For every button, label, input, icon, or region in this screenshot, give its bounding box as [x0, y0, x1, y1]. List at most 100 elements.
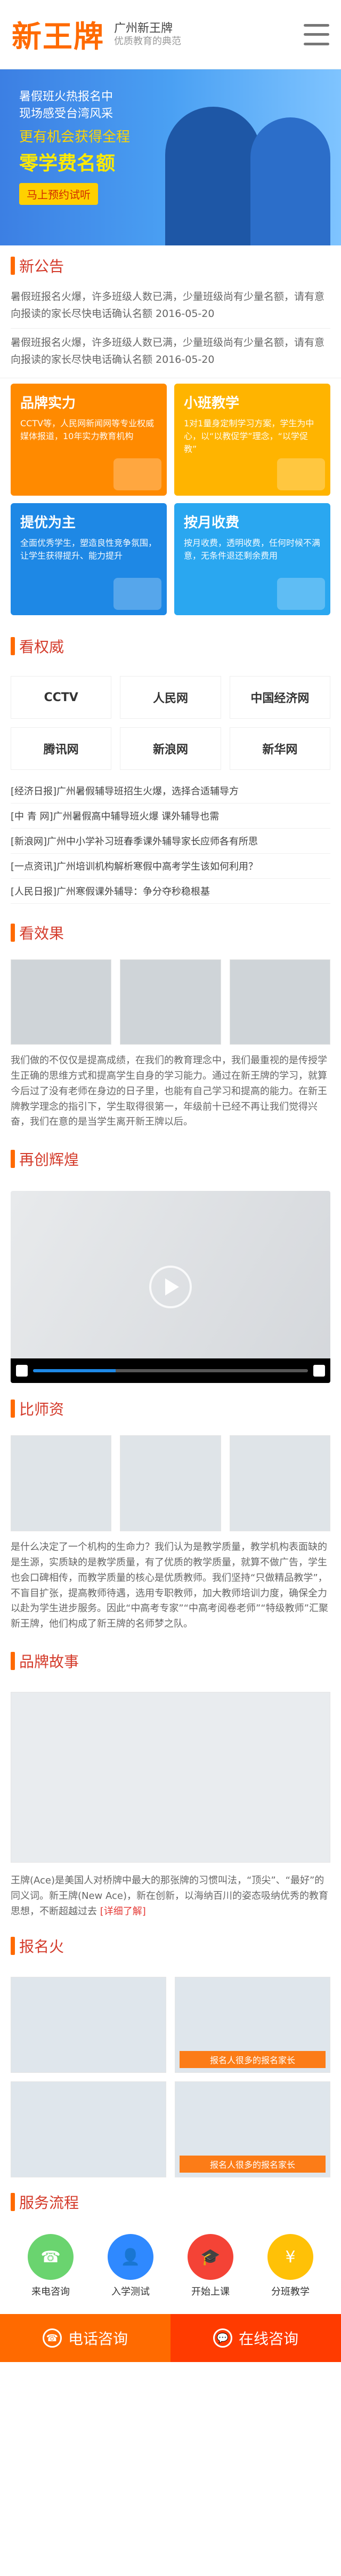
process-title: 服务流程: [11, 2191, 330, 2213]
enroll-photo: 报名人很多的报名家长: [175, 2081, 330, 2178]
banner-line2: 现场感受台湾风采: [19, 107, 113, 121]
teacher-photo: [120, 1435, 221, 1532]
phone-consult-button[interactable]: ☎ 电话咨询: [0, 2314, 170, 2363]
yuan-icon: ¥: [267, 2234, 313, 2280]
play-button[interactable]: [149, 1266, 192, 1309]
step-label: 开始上课: [191, 2286, 230, 2298]
effect-title: 看效果: [11, 922, 330, 943]
process-step: 🎓 开始上课: [188, 2234, 233, 2298]
read-more-link[interactable]: [详细了解]: [100, 1906, 146, 1917]
features-grid: 品牌实力 CCTV等，人民网新闻网等专业权威媒体报道，10年实力教育机构 小班教…: [0, 378, 341, 626]
feature-card[interactable]: 提优为主 全面优秀学生，塑造良性竞争氛围，让学生获得提升、能力提升: [11, 503, 167, 616]
teacher-photos: [0, 1435, 341, 1532]
logo-line1: 广州新王牌: [114, 21, 173, 35]
step-label: 分班教学: [271, 2286, 310, 2298]
authority-title: 看权威: [11, 635, 330, 657]
feature-desc: 1对1量身定制学习方案，学生为中心，以“以教促学”理念，“以学促教”: [184, 418, 314, 455]
phone-icon: ☎: [28, 2234, 74, 2280]
media-logos: CCTV 人民网 中国经济网 腾讯网 新浪网 新华网: [0, 673, 341, 775]
section-bar: [11, 924, 15, 942]
news-item[interactable]: [新浪网]广州中小学补习班春季课外辅导家长应师各有所思: [11, 829, 330, 854]
cctv-logo[interactable]: CCTV: [11, 676, 112, 719]
process-step: ☎ 来电咨询: [28, 2234, 74, 2298]
xinhua-logo[interactable]: 新华网: [229, 727, 330, 770]
banner-texts: 暑假班火热报名中 现场感受台湾风采 更有机会获得全程 零学费名额 马上预约试听: [19, 89, 168, 205]
feature-title: 小班教学: [184, 395, 240, 412]
story-text: 王牌(Ace)是美国人对桥牌中最大的那张牌的习惯叫法，“顶尖”、“最好”的同义词…: [11, 1874, 328, 1917]
trophy-icon: [113, 458, 161, 491]
news-list: [经济日报]广州暑假辅导班招生火爆，选择合适辅导方 [中 青 网]广州暑假高中辅…: [0, 775, 341, 912]
effect-section: 看效果: [0, 912, 341, 959]
feature-card[interactable]: 按月收费 按月收费，透明收费，任何时候不满意，无条件退还剩余费用: [174, 503, 330, 616]
student-photo: [11, 959, 112, 1045]
feature-desc: CCTV等，人民网新闻网等专业权威媒体报道，10年实力教育机构: [20, 418, 155, 442]
menu-button[interactable]: [304, 23, 329, 45]
story-section: 品牌故事: [0, 1641, 341, 1688]
banner-cta-button[interactable]: 马上预约试听: [19, 182, 98, 205]
section-bar: [11, 2193, 15, 2212]
logo: 新王牌: [12, 20, 104, 54]
chat-icon: 💬: [213, 2328, 232, 2348]
economy-logo[interactable]: 中国经济网: [229, 676, 330, 719]
money-icon: [277, 578, 325, 610]
photo-caption: 报名人很多的报名家长: [180, 2156, 326, 2173]
notice-item[interactable]: 暑假班报名火爆，许多班级人数已满，少量班级尚有少量名额，请有意向报读的家长尽快电…: [11, 329, 330, 374]
sina-logo[interactable]: 新浪网: [120, 727, 221, 770]
enroll-photo: [11, 2081, 166, 2178]
news-item[interactable]: [经济日报]广州暑假辅导班招生火爆，选择合适辅导方: [11, 778, 330, 804]
student-photo: [120, 959, 221, 1045]
video-title: 再创辉煌: [11, 1148, 330, 1170]
video-progress-fill: [33, 1369, 116, 1373]
teacher-photo: [11, 1435, 112, 1532]
effect-photos: [0, 959, 341, 1045]
feature-card[interactable]: 小班教学 1对1量身定制学习方案，学生为中心，以“以教促学”理念，“以学促教”: [174, 384, 330, 496]
people-logo[interactable]: 人民网: [120, 676, 221, 719]
classroom-icon: [277, 458, 325, 491]
teacher-photo: [229, 1435, 330, 1532]
story-title: 品牌故事: [11, 1650, 330, 1672]
news-item[interactable]: [人民日报]广州寒假课外辅导：争分夺秒稳根基: [11, 879, 330, 904]
logo-line2: 优质教育的典范: [114, 35, 181, 47]
logo-subtitle: 广州新王牌 优质教育的典范: [114, 22, 181, 47]
section-bar: [11, 637, 15, 656]
person-icon: 👤: [108, 2234, 153, 2280]
play-icon[interactable]: [16, 1365, 28, 1377]
process-steps: ☎ 来电咨询 👤 入学测试 🎓 开始上课 ¥ 分班教学: [0, 2229, 341, 2298]
step-label: 入学测试: [111, 2286, 150, 2298]
process-step: ¥ 分班教学: [267, 2234, 313, 2298]
hero-banner: 暑假班火热报名中 现场感受台湾风采 更有机会获得全程 零学费名额 马上预约试听: [0, 69, 341, 245]
news-item[interactable]: [一点资讯]广州培训机构解析寒假中高考学生该如何利用？: [11, 854, 330, 879]
video-player[interactable]: [11, 1191, 330, 1384]
feature-desc: 全面优秀学生，塑造良性竞争氛围，让学生获得提升、能力提升: [20, 538, 157, 561]
student-photo: [229, 959, 330, 1045]
section-bar: [11, 1651, 15, 1670]
phone-icon: ☎: [42, 2328, 62, 2348]
graduation-icon: 🎓: [188, 2234, 233, 2280]
menu-icon: [304, 33, 329, 36]
menu-icon: [304, 42, 329, 45]
teachers-title: 比师资: [11, 1398, 330, 1419]
qq-logo[interactable]: 腾讯网: [11, 727, 112, 770]
step-label: 来电咨询: [31, 2286, 70, 2298]
video-progress[interactable]: [33, 1369, 308, 1373]
feature-card[interactable]: 品牌实力 CCTV等，人民网新闻网等专业权威媒体报道，10年实力教育机构: [11, 384, 167, 496]
section-bar: [11, 1400, 15, 1418]
story-image: [11, 1691, 330, 1863]
student-figure: [250, 117, 330, 245]
enroll-grid: 报名人很多的报名家长 报名人很多的报名家长: [0, 1973, 341, 2182]
photo-caption: 报名人很多的报名家长: [180, 2051, 326, 2069]
feature-title: 品牌实力: [20, 395, 76, 412]
banner-headline: 零学费名额: [19, 152, 116, 174]
section-bar: [11, 1937, 15, 1955]
teachers-description: 是什么决定了一个机构的生命力？我们认为是教学质量，教学机构表面缺的是生源，实质缺…: [11, 1541, 328, 1630]
enroll-section: 报名火: [0, 1926, 341, 1973]
notice-title: 新公告: [11, 255, 330, 276]
online-consult-button[interactable]: 💬 在线咨询: [170, 2314, 341, 2363]
section-bar: [11, 1150, 15, 1168]
notice-item[interactable]: 暑假班报名火爆，许多班级人数已满，少量班级尚有少量名额，请有意向报读的家长尽快电…: [11, 283, 330, 329]
enroll-photo: [11, 1977, 166, 2073]
growth-icon: [113, 578, 161, 610]
volume-icon[interactable]: [313, 1365, 325, 1377]
news-item[interactable]: [中 青 网]广州暑假高中辅导班火爆 课外辅导也需: [11, 804, 330, 829]
video-section: 再创辉煌: [0, 1139, 341, 1186]
